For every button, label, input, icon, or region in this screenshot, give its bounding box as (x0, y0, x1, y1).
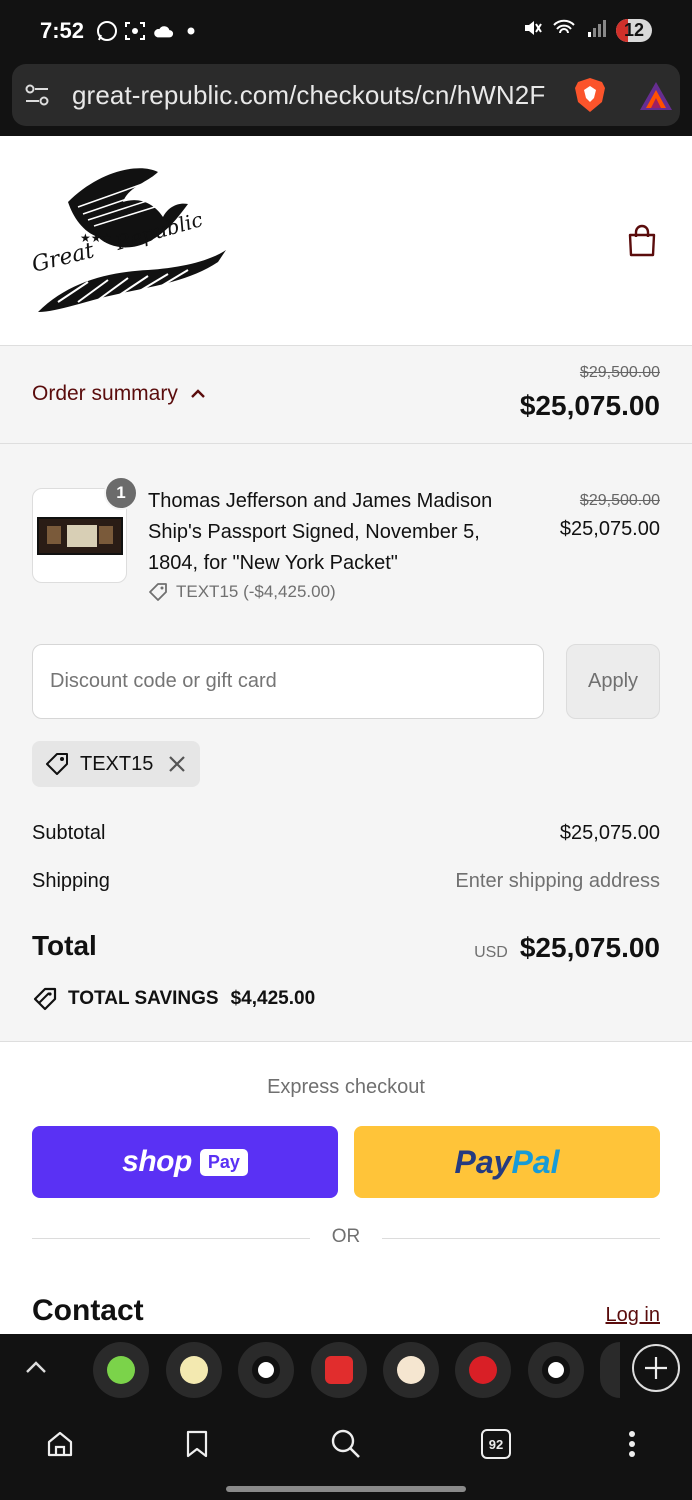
or-divider-label: OR (331, 1226, 361, 1247)
order-summary-label[interactable]: Order summary (32, 382, 178, 406)
screenshot-icon (124, 20, 146, 42)
tag-icon (46, 753, 68, 775)
tabs-button[interactable]: 92 (476, 1424, 516, 1464)
order-summary-label-group[interactable]: Order summary (32, 382, 206, 406)
paypal-button[interactable]: Pay Pal (354, 1126, 660, 1198)
order-summary-panel: 1 Thomas Jefferson and James Madison Shi… (0, 444, 692, 1042)
search-icon[interactable] (326, 1424, 366, 1464)
tab-favicon-1[interactable] (93, 1342, 149, 1398)
total-savings: TOTAL SAVINGS $4,425.00 (32, 986, 315, 1012)
tab-favicon-4[interactable] (311, 1342, 367, 1398)
tab-favicon-8[interactable] (600, 1342, 620, 1398)
tab-favicon-6[interactable] (455, 1342, 511, 1398)
shop-pay-badge: Pay (199, 1148, 248, 1176)
shipping-value: Enter shipping address (455, 870, 660, 892)
whatsapp-icon (96, 20, 118, 42)
divider-right (382, 1238, 660, 1239)
tab-favicon-2[interactable] (166, 1342, 222, 1398)
tag-icon (149, 583, 167, 601)
summary-compare-price: $29,500.00 (579, 364, 660, 381)
savings-value: $4,425.00 (230, 988, 316, 1009)
paypal-wordmark-pal: Pal (511, 1143, 560, 1180)
contact-heading: Contact (32, 1294, 144, 1327)
shopping-bag-icon[interactable] (626, 224, 658, 258)
address-bar[interactable]: great-republic.com/checkouts/cn/hWN2F (12, 64, 680, 126)
battery-indicator: 12 (615, 19, 652, 42)
checkout-page: Great Republic ★★★ Order summary $29,500… (0, 136, 692, 1334)
mute-icon (522, 18, 542, 43)
cloud-icon (152, 20, 174, 42)
shop-pay-wordmark: shop (122, 1145, 192, 1178)
dot-icon (180, 20, 202, 42)
globe-icon[interactable] (528, 1342, 584, 1398)
store-header: Great Republic ★★★ (0, 136, 692, 346)
bookmark-icon[interactable] (177, 1424, 217, 1464)
applied-discount-code: TEXT15 (80, 752, 154, 775)
apply-discount-button[interactable]: Apply (566, 644, 660, 719)
product-title: Thomas Jefferson and James Madison Ship'… (148, 490, 493, 574)
applied-discount-chip: TEXT15 (32, 741, 200, 787)
total-value-group: USD $25,075.00 (474, 932, 660, 964)
order-summary-toggle[interactable]: Order summary $29,500.00 $25,075.00 (0, 346, 692, 444)
tab-strip (0, 1334, 692, 1406)
site-settings-icon[interactable] (24, 83, 50, 107)
product-image (37, 517, 123, 555)
total-value: $25,075.00 (519, 932, 660, 963)
wifi-icon (552, 18, 576, 43)
open-tabs-count[interactable]: 92 (481, 1429, 511, 1459)
total-row: Total USD $25,075.00 (32, 930, 660, 970)
line-item-discount-text: TEXT15 (-$4,425.00) (176, 582, 336, 601)
chevron-up-icon[interactable] (24, 1356, 48, 1380)
status-icons-right: 12 (522, 18, 652, 43)
status-time: 7:52 (40, 18, 85, 43)
express-checkout-label: Express checkout (267, 1076, 425, 1098)
savings-tag-icon (33, 987, 57, 1011)
subtotal-row: Subtotal $25,075.00 (32, 822, 660, 845)
home-icon[interactable] (40, 1424, 80, 1464)
savings-label: TOTAL SAVINGS (68, 988, 219, 1009)
shipping-label: Shipping (32, 870, 110, 892)
log-in-link[interactable]: Log in (606, 1304, 661, 1327)
subtotal-label: Subtotal (32, 822, 106, 844)
item-compare-price: $29,500.00 (579, 492, 660, 509)
brave-shields-icon[interactable] (572, 76, 608, 114)
paypal-wordmark-pay: Pay (454, 1143, 512, 1180)
discount-code-input[interactable] (32, 644, 544, 719)
chevron-up-icon[interactable] (190, 388, 206, 400)
globe-icon[interactable] (238, 1342, 294, 1398)
status-icons-left (96, 20, 202, 42)
browser-toolbar: great-republic.com/checkouts/cn/hWN2F (0, 62, 692, 136)
item-price: $25,075.00 (559, 518, 660, 540)
new-tab-icon[interactable] (632, 1344, 680, 1392)
tab-favicon-5[interactable] (383, 1342, 439, 1398)
url-text[interactable]: great-republic.com/checkouts/cn/hWN2F (72, 80, 545, 111)
total-label: Total (32, 930, 97, 961)
currency-code: USD (474, 944, 508, 961)
shop-pay-button[interactable]: shop Pay (32, 1126, 338, 1198)
home-indicator[interactable] (226, 1486, 466, 1492)
quantity-badge: 1 (104, 476, 138, 510)
store-logo[interactable]: Great Republic ★★★ (28, 162, 228, 318)
signal-icon (586, 18, 606, 43)
line-item-discount: TEXT15 (-$4,425.00) (148, 582, 336, 602)
shipping-row: Shipping Enter shipping address (32, 870, 660, 893)
status-bar: 7:52 12 (0, 0, 692, 62)
more-menu-icon[interactable] (612, 1424, 652, 1464)
rewards-icon[interactable] (638, 80, 674, 112)
summary-total-price: $25,075.00 (519, 390, 660, 421)
svg-text:★★★: ★★★ (80, 231, 112, 245)
subtotal-value: $25,075.00 (559, 822, 660, 844)
remove-discount-icon[interactable] (166, 753, 188, 775)
